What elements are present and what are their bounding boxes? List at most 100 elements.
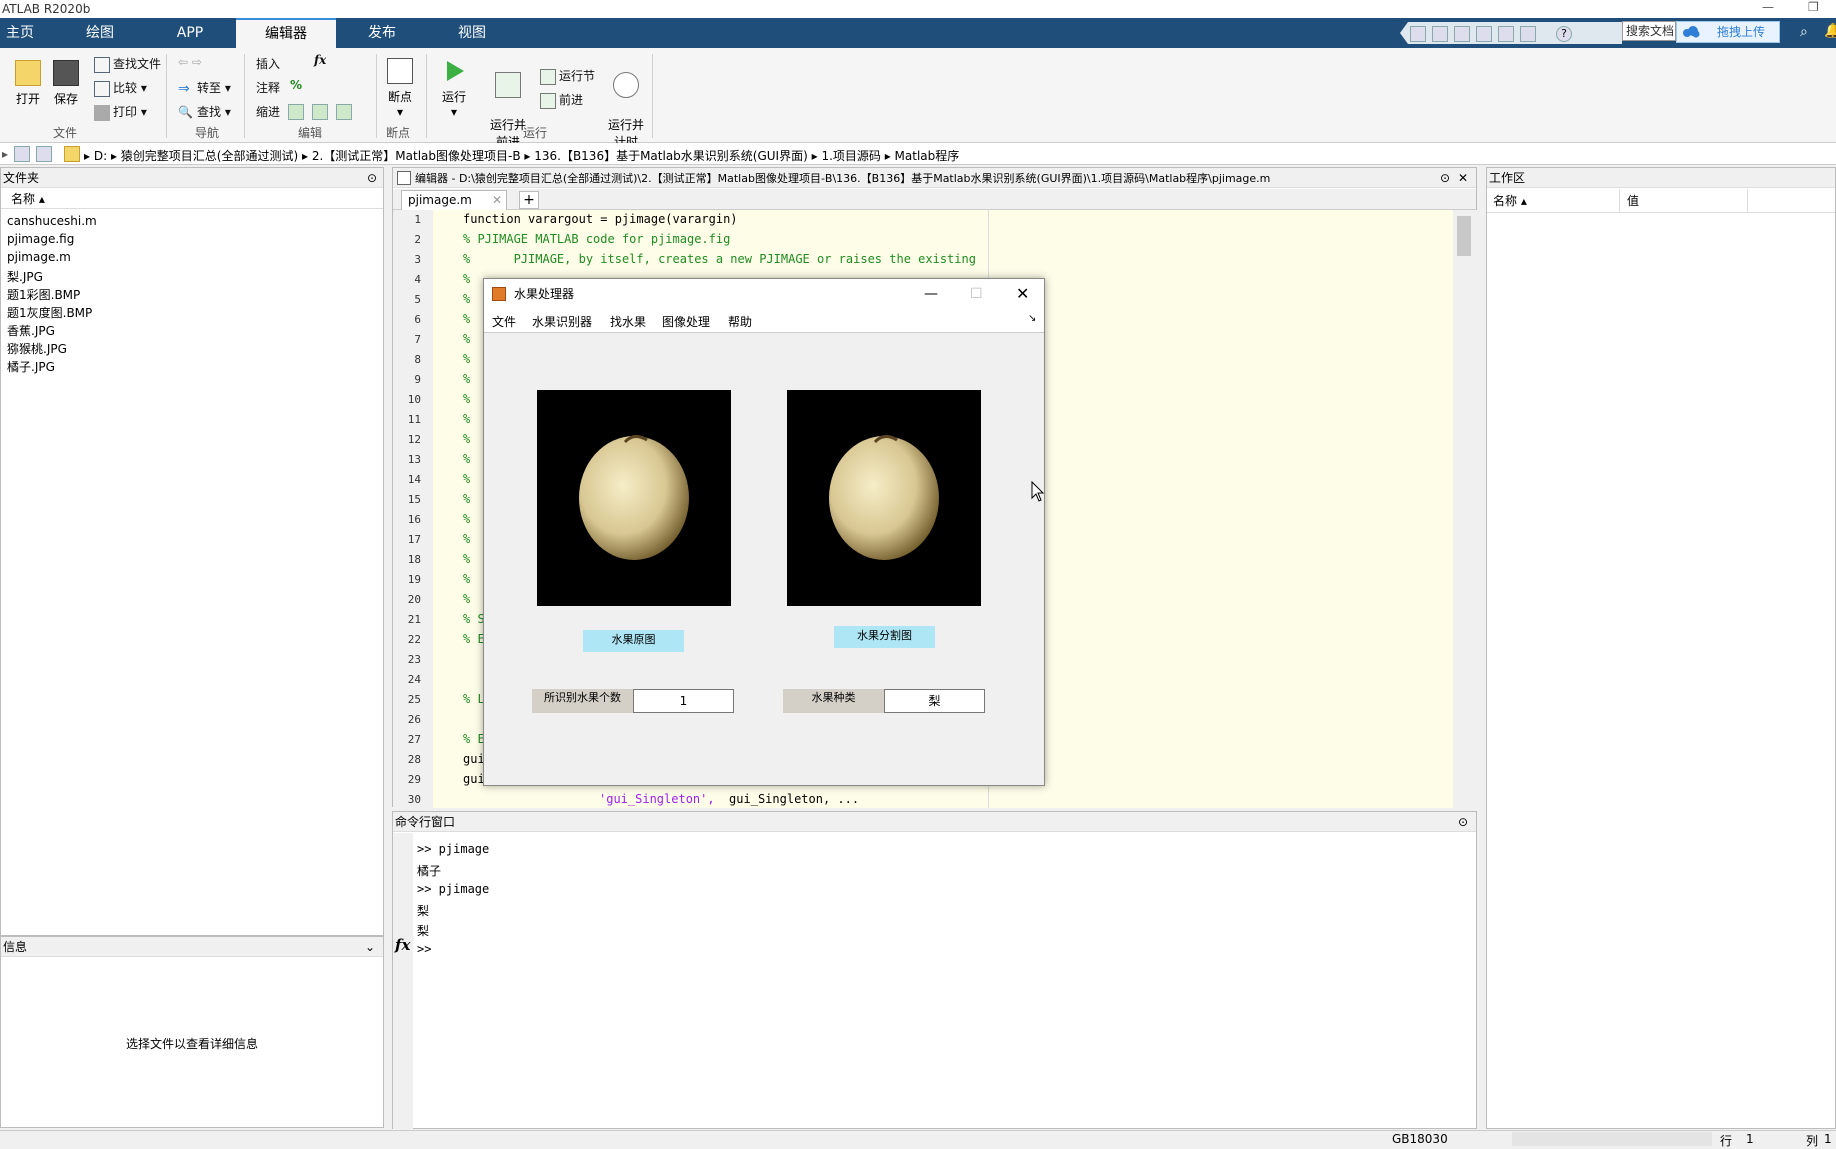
documentation-search-input[interactable]: 搜索文档 bbox=[1622, 21, 1676, 41]
find-files-button[interactable]: 查找文件 bbox=[94, 55, 161, 73]
panel-menu-icon[interactable]: ⊙ bbox=[1440, 168, 1450, 188]
separator bbox=[426, 54, 427, 138]
scrollbar-thumb[interactable] bbox=[1457, 216, 1471, 256]
breadcrumb-item[interactable]: D: bbox=[94, 149, 107, 163]
list-item[interactable]: 香蕉.JPG bbox=[7, 322, 55, 339]
line-number: 19 bbox=[407, 573, 421, 586]
list-item[interactable]: pjimage.fig bbox=[7, 232, 74, 246]
run-section-button[interactable]: 运行节 bbox=[540, 67, 595, 85]
details-title: 信息 bbox=[3, 940, 28, 954]
fruit-kind-field[interactable]: 梨 bbox=[884, 689, 985, 713]
minimize-icon[interactable]: — bbox=[924, 279, 938, 309]
list-item[interactable]: canshuceshi.m bbox=[7, 214, 97, 228]
file-column-header[interactable]: 名称 ▴ bbox=[1, 189, 383, 209]
close-icon[interactable]: ✕ bbox=[492, 191, 502, 209]
list-item[interactable]: 梨.JPG bbox=[7, 268, 43, 285]
menu-find-fruit[interactable]: 找水果 bbox=[610, 313, 646, 330]
mouse-cursor-icon bbox=[1031, 481, 1045, 502]
panel-menu-icon[interactable]: ⊙ bbox=[1458, 812, 1468, 832]
breadcrumb-item[interactable]: 136.【B136】基于Matlab水果识别系统(GUI界面) bbox=[534, 149, 808, 163]
floppy-icon bbox=[53, 60, 79, 86]
indent-icon[interactable] bbox=[288, 104, 304, 120]
command-prompt[interactable]: >> bbox=[417, 942, 431, 956]
minimize-icon[interactable]: — bbox=[1762, 0, 1774, 14]
indent-button[interactable]: 缩进 bbox=[256, 103, 280, 120]
close-icon[interactable]: ✕ bbox=[1016, 279, 1029, 309]
print-button[interactable]: 打印 ▾ bbox=[94, 103, 147, 121]
list-item[interactable]: 题1彩图.BMP bbox=[7, 286, 80, 303]
tab-plots[interactable]: 绘图 bbox=[70, 18, 130, 48]
menu-help[interactable]: 帮助 bbox=[728, 313, 752, 330]
current-folder-bar[interactable]: ▸ ▸ D: ▸ 猿创完整项目汇总(全部通过测试) ▸ 2.【测试正常】Matl… bbox=[0, 143, 1836, 165]
vertical-scrollbar[interactable] bbox=[1453, 210, 1477, 808]
folder-icon bbox=[15, 60, 41, 86]
add-tab-button[interactable]: + bbox=[519, 191, 539, 209]
baidu-upload-button[interactable]: 拖拽上传 bbox=[1676, 21, 1780, 43]
breadcrumb-item[interactable]: 猿创完整项目汇总(全部通过测试) bbox=[121, 149, 298, 163]
run-and-time-button[interactable]: 运行并 计时 bbox=[604, 58, 648, 150]
back-forward-icons[interactable]: ⇦ ⇨ bbox=[178, 55, 202, 69]
save-icon[interactable] bbox=[1410, 26, 1426, 42]
bell-icon[interactable]: 🔔 bbox=[1824, 23, 1836, 39]
undo-icon[interactable] bbox=[1498, 26, 1514, 42]
list-item[interactable]: 题1灰度图.BMP bbox=[7, 304, 92, 321]
fx-icon[interactable]: fx bbox=[395, 936, 410, 954]
tab-editor[interactable]: 编辑器 bbox=[236, 18, 336, 48]
column-name[interactable]: 名称 ▴ bbox=[1493, 189, 1527, 213]
menu-file[interactable]: 文件 bbox=[492, 313, 516, 330]
run-button[interactable]: 运行 ▾ bbox=[432, 58, 476, 119]
advance-button[interactable]: 前进 bbox=[540, 91, 583, 109]
tab-home[interactable]: 主页 bbox=[0, 18, 40, 48]
menu-fruit-recognizer[interactable]: 水果识别器 bbox=[532, 313, 592, 330]
redo-icon[interactable] bbox=[1520, 26, 1536, 42]
row-value: 1 bbox=[1746, 1132, 1754, 1146]
comment-button[interactable]: 注释 bbox=[256, 79, 280, 96]
find-button[interactable]: 🔍 查找 ▾ bbox=[178, 103, 231, 121]
tab-view[interactable]: 视图 bbox=[440, 18, 504, 48]
breadcrumb[interactable]: ▸ D: ▸ 猿创完整项目汇总(全部通过测试) ▸ 2.【测试正常】Matlab… bbox=[84, 147, 959, 164]
comment-marker: % bbox=[463, 592, 471, 606]
paste-icon[interactable] bbox=[1476, 26, 1492, 42]
search-icon[interactable]: ⌕ bbox=[1800, 24, 1808, 40]
details-header[interactable]: 信息 ⌄ bbox=[1, 937, 383, 957]
cut-icon[interactable] bbox=[1432, 26, 1448, 42]
expand-icon[interactable]: ↘ bbox=[1028, 313, 1036, 324]
line-number: 1 bbox=[414, 213, 421, 226]
original-image-button[interactable]: 水果原图 bbox=[583, 630, 684, 652]
tab-apps[interactable]: APP bbox=[160, 18, 220, 48]
menu-image-processing[interactable]: 图像处理 bbox=[662, 313, 710, 330]
browse-folder-icon[interactable] bbox=[36, 146, 52, 162]
current-folder-title: 文件夹 bbox=[3, 171, 40, 185]
breadcrumb-item[interactable]: Matlab程序 bbox=[895, 149, 960, 163]
tab-publish[interactable]: 发布 bbox=[352, 18, 412, 48]
maximize-icon[interactable]: ☐ bbox=[970, 279, 983, 309]
fruit-count-field[interactable]: 1 bbox=[633, 689, 734, 713]
save-button[interactable]: 保存 bbox=[44, 60, 88, 107]
increase-indent-icon[interactable] bbox=[312, 104, 328, 120]
goto-button[interactable]: ⇒ 转至 ▾ bbox=[178, 79, 231, 97]
command-window[interactable]: 命令行窗口 ⊙ >> pjimage 橘子 >> pjimage 梨 梨 fx >… bbox=[392, 811, 1477, 1129]
panel-menu-icon[interactable]: ⊙ bbox=[367, 168, 377, 188]
list-item[interactable]: pjimage.m bbox=[7, 250, 71, 264]
up-folder-icon[interactable] bbox=[14, 146, 30, 162]
restore-icon[interactable]: ❐ bbox=[1808, 0, 1819, 14]
comment-percent-icon[interactable]: % bbox=[290, 78, 302, 92]
breadcrumb-item[interactable]: 2.【测试正常】Matlab图像处理项目-B bbox=[312, 149, 521, 163]
list-item[interactable]: 橘子.JPG bbox=[7, 358, 55, 375]
tab-pjimage[interactable]: pjimage.m ✕ bbox=[401, 190, 507, 210]
compare-button[interactable]: 比较 ▾ bbox=[94, 79, 147, 97]
breadcrumb-item[interactable]: 1.项目源码 bbox=[821, 149, 880, 163]
list-item[interactable]: 猕猴桃.JPG bbox=[7, 340, 67, 357]
chevron-down-icon[interactable]: ⌄ bbox=[365, 937, 375, 957]
close-icon[interactable]: ✕ bbox=[1458, 168, 1468, 188]
decrease-indent-icon[interactable] bbox=[336, 104, 352, 120]
help-icon[interactable]: ? bbox=[1556, 26, 1572, 42]
column-value[interactable]: 值 bbox=[1627, 189, 1639, 213]
nav-arrow-icon[interactable]: ▸ bbox=[2, 147, 8, 161]
breakpoints-button[interactable]: 断点 ▾ bbox=[378, 58, 422, 119]
col-label: 列 bbox=[1806, 1134, 1819, 1148]
copy-icon[interactable] bbox=[1454, 26, 1470, 42]
insert-button[interactable]: 插入 bbox=[256, 55, 280, 72]
segmented-image-button[interactable]: 水果分割图 bbox=[834, 626, 935, 648]
fx-button[interactable]: fx bbox=[314, 53, 326, 67]
